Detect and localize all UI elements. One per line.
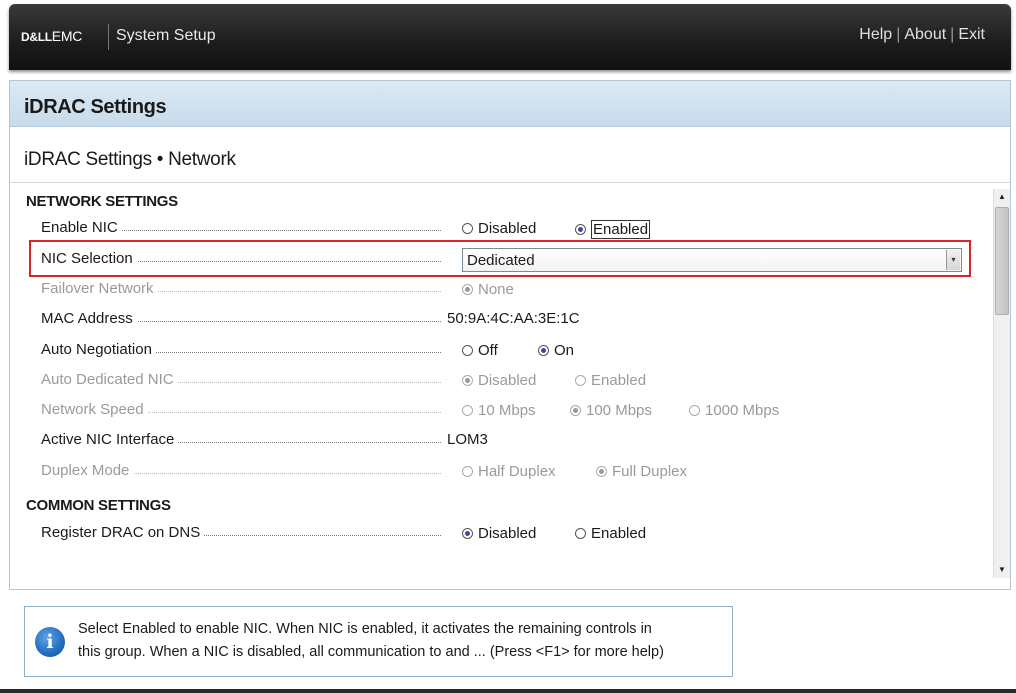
mac-address-label: MAC Address	[41, 310, 137, 327]
app-title: System Setup	[116, 27, 216, 44]
auto-dedicated-disabled-radio: Disabled	[462, 372, 536, 389]
full-duplex-radio: Full Duplex	[596, 463, 687, 480]
vertical-scrollbar[interactable]: ▲ ▼	[993, 189, 1010, 578]
top-divider	[108, 24, 109, 50]
radio-icon	[575, 528, 586, 539]
exit-link[interactable]: Exit	[958, 26, 985, 43]
auto-dedicated-nic-label: Auto Dedicated NIC	[41, 371, 178, 388]
row-network-speed: Network Speed 10 Mbps 100 Mbps 1000 Mbps	[10, 396, 994, 424]
speed-10-radio: 10 Mbps	[462, 402, 536, 419]
radio-selected-icon	[570, 405, 581, 416]
enable-nic-disabled-radio[interactable]: Disabled	[462, 220, 536, 237]
dropdown-arrow-icon[interactable]: ▾	[946, 250, 960, 270]
auto-negotiation-on-radio[interactable]: On	[538, 342, 574, 359]
page-subtitle: iDRAC Settings • Network	[24, 149, 236, 170]
nic-selection-dropdown[interactable]: Dedicated ▾	[462, 248, 962, 272]
network-speed-label: Network Speed	[41, 401, 148, 418]
divider	[10, 182, 1010, 183]
scroll-thumb[interactable]	[995, 207, 1009, 315]
failover-none-radio: None	[462, 281, 514, 298]
radio-selected-icon	[462, 528, 473, 539]
scroll-up-icon[interactable]: ▲	[994, 189, 1010, 205]
radio-icon	[462, 223, 473, 234]
about-link[interactable]: About	[904, 26, 946, 43]
auto-dedicated-enabled-radio: Enabled	[575, 372, 646, 389]
register-dns-disabled-radio[interactable]: Disabled	[462, 525, 536, 542]
row-mac-address: MAC Address 50:9A:4C:AA:3E:1C	[10, 305, 994, 333]
section-common-settings: COMMON SETTINGS	[26, 497, 171, 514]
nic-selection-label: NIC Selection	[41, 250, 137, 267]
settings-content: NETWORK SETTINGS Enable NIC Disabled Ena…	[10, 184, 994, 589]
top-links: Help | About | Exit	[859, 26, 985, 43]
radio-selected-icon	[575, 224, 586, 235]
bottom-bar	[0, 689, 1016, 693]
row-nic-selection: NIC Selection Dedicated ▾	[10, 245, 994, 273]
auto-negotiation-off-radio[interactable]: Off	[462, 342, 498, 359]
help-text: Select Enabled to enable NIC. When NIC i…	[78, 621, 664, 660]
half-duplex-radio: Half Duplex	[462, 463, 556, 480]
auto-negotiation-label: Auto Negotiation	[41, 341, 156, 358]
active-nic-interface-value: LOM3	[447, 431, 488, 448]
radio-icon	[462, 405, 473, 416]
active-nic-interface-label: Active NIC Interface	[41, 431, 179, 448]
settings-panel: iDRAC Settings iDRAC Settings • Network …	[9, 80, 1011, 590]
enable-nic-enabled-radio[interactable]: Enabled	[575, 220, 651, 239]
help-box: i Select Enabled to enable NIC. When NIC…	[24, 606, 733, 677]
mac-address-value: 50:9A:4C:AA:3E:1C	[447, 310, 580, 327]
register-dns-enabled-radio[interactable]: Enabled	[575, 525, 646, 542]
logo-text-bold: D&LL	[21, 30, 52, 44]
radio-icon	[689, 405, 700, 416]
radio-icon	[462, 345, 473, 356]
radio-selected-icon	[462, 375, 473, 386]
radio-selected-icon	[462, 284, 473, 295]
help-link[interactable]: Help	[859, 26, 892, 43]
speed-1000-radio: 1000 Mbps	[689, 402, 779, 419]
dell-emc-logo: D&LLEMC	[21, 28, 82, 44]
speed-100-radio: 100 Mbps	[570, 402, 652, 419]
row-active-nic-interface: Active NIC Interface LOM3	[10, 426, 994, 454]
row-auto-dedicated-nic: Auto Dedicated NIC Disabled Enabled	[10, 366, 994, 394]
register-drac-dns-label: Register DRAC on DNS	[41, 524, 205, 541]
duplex-mode-label: Duplex Mode	[41, 462, 134, 479]
logo-text: EMC	[51, 28, 83, 44]
section-network-settings: NETWORK SETTINGS	[26, 193, 178, 210]
top-bar: D&LLEMC System Setup Help | About | Exit	[9, 4, 1011, 70]
row-auto-negotiation: Auto Negotiation Off On	[10, 336, 994, 364]
row-enable-nic: Enable NIC Disabled Enabled	[10, 214, 994, 242]
row-failover-network: Failover Network None	[10, 275, 994, 303]
row-register-drac-dns: Register DRAC on DNS Disabled Enabled	[10, 519, 994, 547]
scroll-down-icon[interactable]: ▼	[994, 562, 1010, 578]
panel-header: iDRAC Settings	[10, 81, 1010, 127]
radio-selected-icon	[538, 345, 549, 356]
radio-icon	[462, 466, 473, 477]
row-duplex-mode: Duplex Mode Half Duplex Full Duplex	[10, 457, 994, 485]
failover-network-label: Failover Network	[41, 280, 158, 297]
radio-icon	[575, 375, 586, 386]
info-icon: i	[35, 627, 65, 657]
panel-title: iDRAC Settings	[24, 96, 167, 118]
enable-nic-label: Enable NIC	[41, 219, 122, 236]
radio-selected-icon	[596, 466, 607, 477]
